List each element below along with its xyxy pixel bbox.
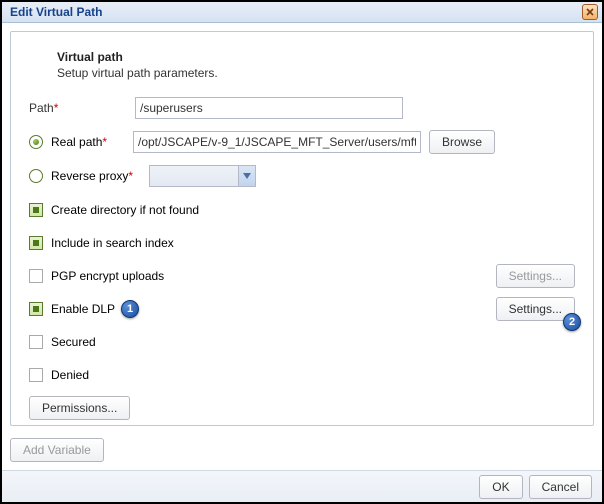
- add-variable-button: Add Variable: [10, 438, 104, 462]
- search-index-checkbox[interactable]: [29, 236, 43, 250]
- dialog-body: Virtual path Setup virtual path paramete…: [2, 23, 602, 470]
- real-path-label: Real path*: [51, 135, 133, 149]
- secured-checkbox[interactable]: [29, 335, 43, 349]
- create-directory-label: Create directory if not found: [51, 203, 199, 217]
- window-title: Edit Virtual Path: [10, 5, 102, 19]
- callout-badge-1: 1: [121, 300, 139, 318]
- close-icon[interactable]: [582, 4, 598, 20]
- titlebar: Edit Virtual Path: [2, 2, 602, 23]
- pgp-checkbox[interactable]: [29, 269, 43, 283]
- path-label: Path*: [29, 101, 135, 115]
- search-index-label: Include in search index: [51, 236, 174, 250]
- ok-button[interactable]: OK: [479, 475, 522, 499]
- section-subtitle: Setup virtual path parameters.: [57, 66, 575, 80]
- reverse-proxy-label: Reverse proxy*: [51, 169, 149, 183]
- dlp-checkbox[interactable]: [29, 302, 43, 316]
- denied-checkbox[interactable]: [29, 368, 43, 382]
- browse-button[interactable]: Browse: [429, 130, 495, 154]
- dlp-label: Enable DLP: [51, 302, 115, 316]
- real-path-input[interactable]: [133, 131, 421, 153]
- create-directory-checkbox[interactable]: [29, 203, 43, 217]
- reverse-proxy-radio[interactable]: [29, 169, 43, 183]
- denied-label: Denied: [51, 368, 89, 382]
- real-path-radio[interactable]: [29, 135, 43, 149]
- permissions-button[interactable]: Permissions...: [29, 396, 130, 420]
- section-title: Virtual path: [57, 50, 575, 64]
- secured-label: Secured: [51, 335, 96, 349]
- path-input[interactable]: [135, 97, 403, 119]
- dialog-footer: OK Cancel: [2, 470, 602, 502]
- reverse-proxy-select[interactable]: [149, 165, 256, 187]
- cancel-button[interactable]: Cancel: [529, 475, 592, 499]
- chevron-down-icon[interactable]: [238, 166, 255, 186]
- pgp-settings-button: Settings...: [496, 264, 575, 288]
- edit-virtual-path-dialog: Edit Virtual Path Virtual path Setup vir…: [0, 0, 604, 504]
- main-panel: Virtual path Setup virtual path paramete…: [10, 31, 594, 426]
- callout-badge-2: 2: [563, 313, 581, 331]
- pgp-label: PGP encrypt uploads: [51, 269, 164, 283]
